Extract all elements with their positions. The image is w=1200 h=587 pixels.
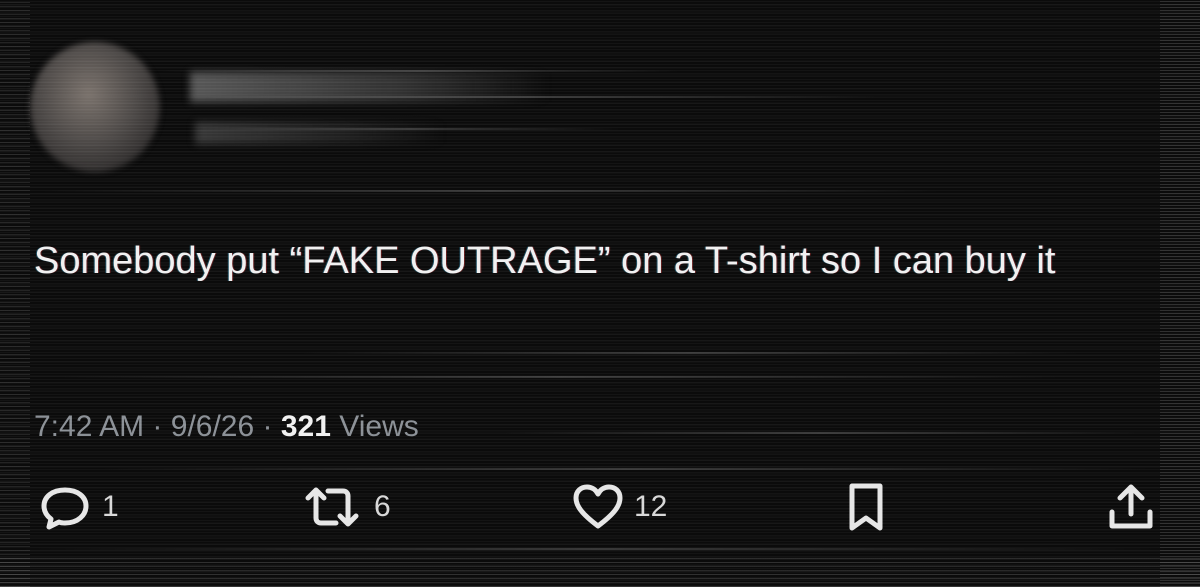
bookmark-button[interactable] bbox=[846, 482, 886, 532]
reply-count: 1 bbox=[102, 490, 119, 523]
action-bar: 1 6 12 bbox=[0, 482, 1200, 532]
tweet-date[interactable]: 9/6/26 bbox=[171, 410, 254, 443]
tweet-time[interactable]: 7:42 AM bbox=[34, 410, 144, 443]
views-label: Views bbox=[339, 410, 419, 443]
meta-separator: · bbox=[152, 410, 163, 443]
handle-redacted[interactable] bbox=[195, 122, 445, 144]
meta-separator: · bbox=[262, 410, 273, 443]
repost-count: 6 bbox=[374, 490, 391, 523]
like-button[interactable]: 12 bbox=[572, 482, 667, 532]
reply-icon bbox=[38, 482, 92, 532]
avatar[interactable] bbox=[30, 42, 160, 172]
tweet-meta: 7:42 AM · 9/6/26 · 321 Views bbox=[34, 407, 419, 447]
repost-button[interactable]: 6 bbox=[300, 482, 391, 532]
tweet-text: Somebody put “FAKE OUTRAGE” on a T-shirt… bbox=[34, 240, 1056, 282]
views-count: 321 bbox=[280, 410, 331, 443]
edge-noise bbox=[0, 557, 1200, 587]
heart-icon bbox=[572, 482, 624, 532]
tweet-card: Somebody put “FAKE OUTRAGE” on a T-shirt… bbox=[0, 0, 1200, 587]
share-button[interactable] bbox=[1106, 482, 1156, 532]
edge-noise bbox=[1160, 0, 1200, 587]
display-name-redacted[interactable] bbox=[190, 72, 550, 102]
bookmark-icon bbox=[846, 482, 886, 532]
reply-button[interactable]: 1 bbox=[38, 482, 119, 532]
repost-icon bbox=[300, 482, 364, 532]
edge-noise bbox=[0, 0, 30, 587]
like-count: 12 bbox=[634, 490, 668, 523]
share-icon bbox=[1106, 482, 1156, 532]
